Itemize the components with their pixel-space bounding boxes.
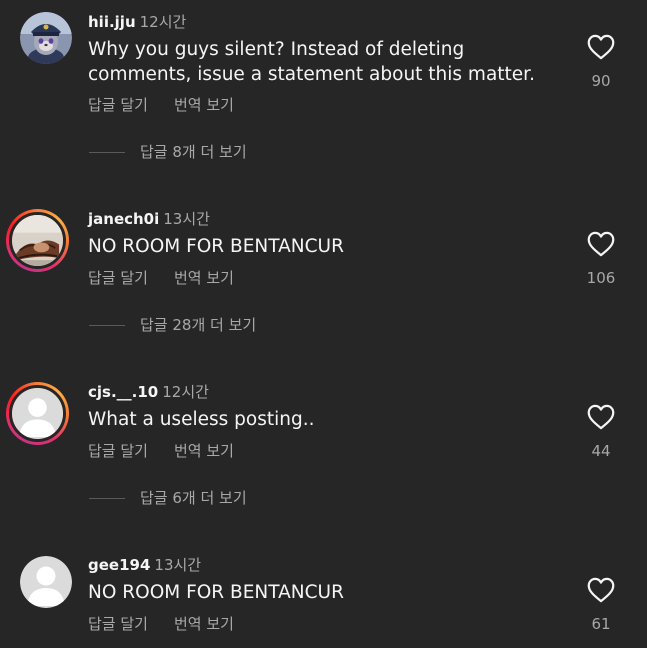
translate-button[interactable]: 번역 보기 [174,442,234,460]
like-control: 106 [586,231,616,287]
comment-header: cjs.__.10 12시간 [88,383,209,401]
comment-actions: 답글 달기 번역 보기 [88,442,234,460]
like-control: 90 [586,34,616,90]
translate-button[interactable]: 번역 보기 [174,615,234,633]
timestamp: 12시간 [162,383,209,401]
reply-button[interactable]: 답글 달기 [88,615,148,633]
timestamp: 13시간 [163,210,210,228]
cartoon-character-avatar-icon [20,12,72,64]
comment-header: gee194 13시간 [88,556,201,574]
avatar[interactable] [20,12,72,64]
comment-text: NO ROOM FOR BENTANCUR [88,236,344,257]
timestamp: 13시간 [154,556,202,574]
comment-actions: 답글 달기 번역 보기 [88,615,234,633]
comment-text: NO ROOM FOR BENTANCUR [88,582,344,603]
comment-text: Why you guys silent? Instead of deleting… [88,39,535,85]
comment-header: janech0i 13시간 [88,210,210,228]
view-replies-label: 답글 6개 더 보기 [140,489,247,507]
avatar[interactable] [6,382,69,445]
avatar[interactable] [6,209,69,272]
username[interactable]: cjs.__.10 [88,383,158,401]
comment-text: What a useless posting.. [88,409,315,430]
username[interactable]: gee194 [88,556,150,574]
reply-button[interactable]: 답글 달기 [88,442,148,460]
avatar[interactable] [20,556,72,608]
view-replies-label: 답글 8개 더 보기 [140,143,247,161]
photo-avatar-icon [12,215,63,266]
heart-icon[interactable] [587,231,615,257]
default-avatar-icon [20,556,72,608]
like-count: 44 [591,442,611,460]
view-replies-label: 답글 28개 더 보기 [140,316,257,334]
comment-header: hii.jju 12시간 [88,13,186,31]
translate-button[interactable]: 번역 보기 [174,96,234,114]
timestamp: 12시간 [139,13,187,31]
heart-icon[interactable] [587,404,615,430]
heart-icon[interactable] [587,34,615,60]
like-control: 44 [586,404,616,460]
view-replies-button[interactable]: 답글 6개 더 보기 [89,489,247,507]
like-count: 106 [586,269,616,287]
divider [89,497,125,499]
default-avatar-icon [12,388,63,439]
view-replies-button[interactable]: 답글 28개 더 보기 [89,316,256,334]
translate-button[interactable]: 번역 보기 [174,269,234,287]
heart-icon[interactable] [587,577,615,603]
like-control: 61 [586,577,616,633]
comment-actions: 답글 달기 번역 보기 [88,96,234,114]
username[interactable]: janech0i [88,210,159,228]
divider [89,324,125,326]
reply-button[interactable]: 답글 달기 [88,269,148,287]
divider [89,151,125,153]
comment-actions: 답글 달기 번역 보기 [88,269,234,287]
username[interactable]: hii.jju [88,13,136,31]
reply-button[interactable]: 답글 달기 [88,96,148,114]
like-count: 61 [591,615,611,633]
like-count: 90 [591,72,611,90]
view-replies-button[interactable]: 답글 8개 더 보기 [89,143,247,161]
